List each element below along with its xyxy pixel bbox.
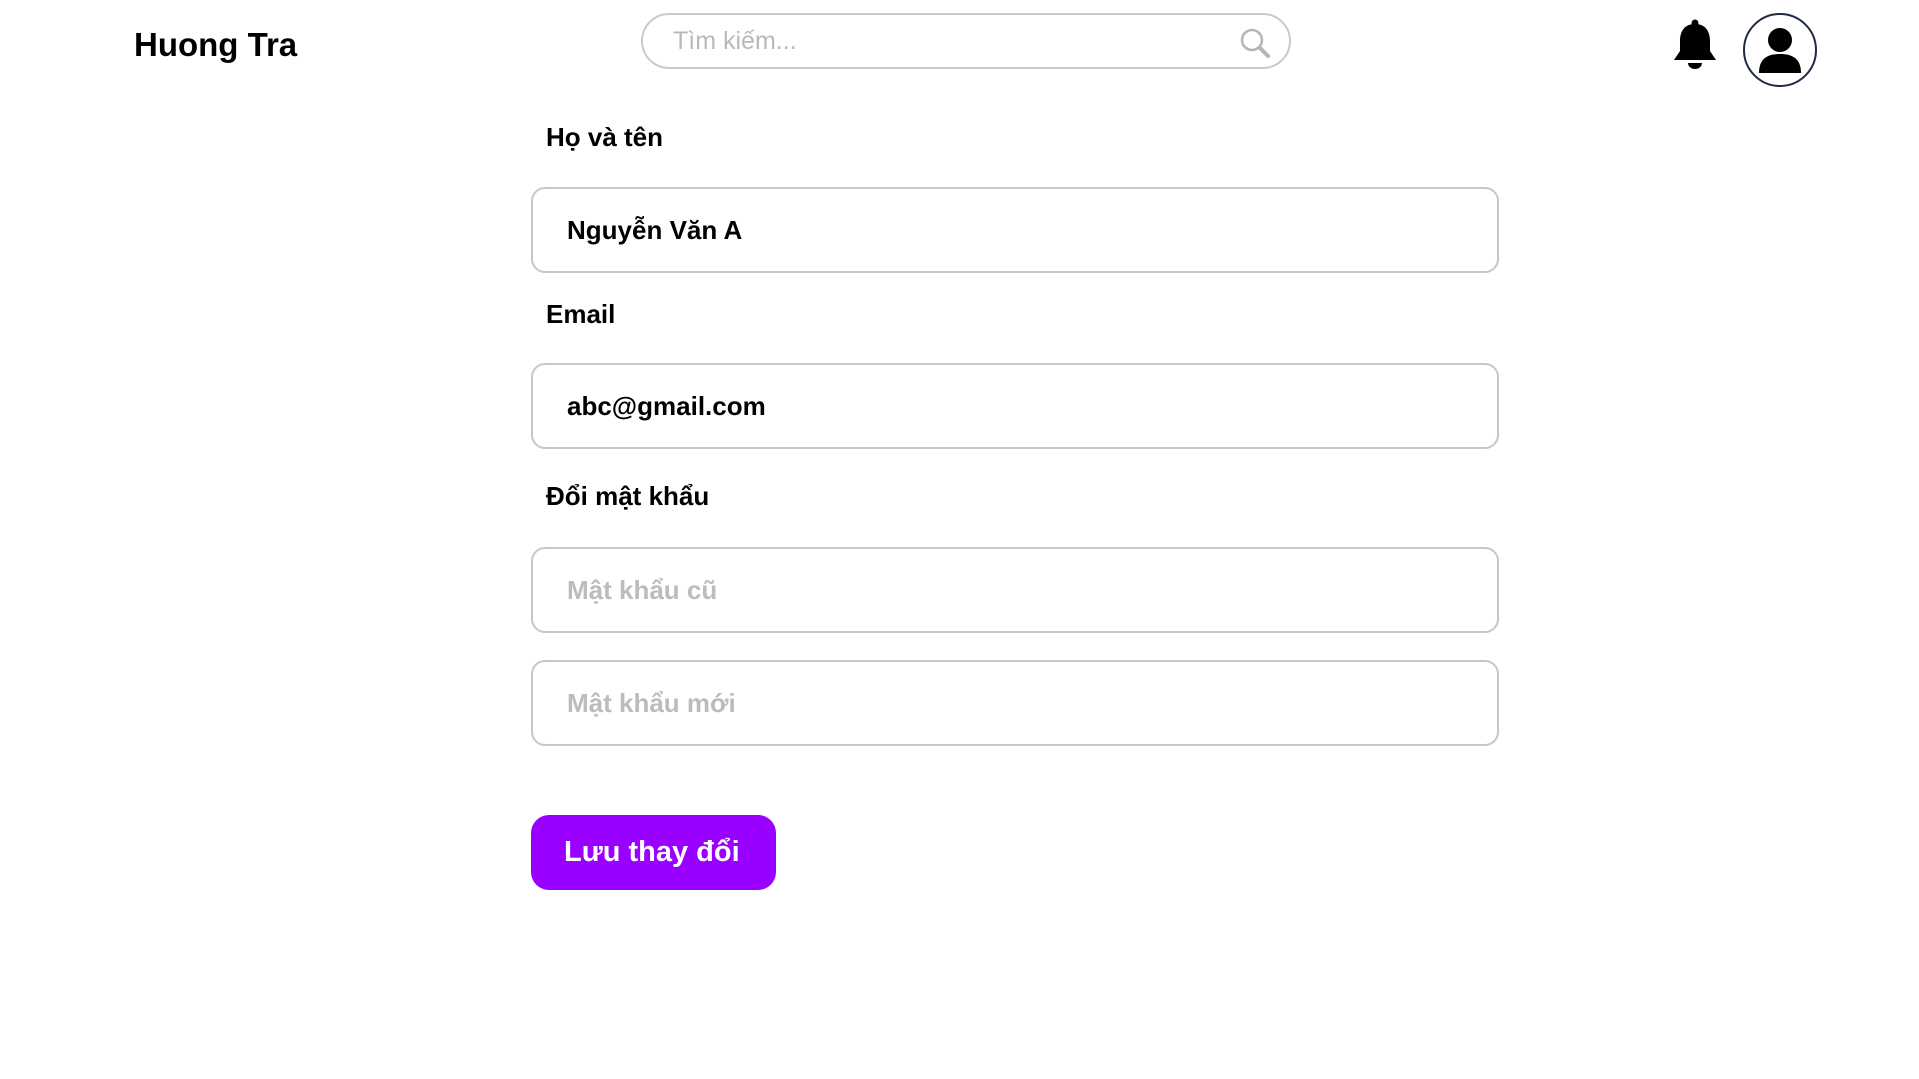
fullname-label: Họ và tên xyxy=(546,122,664,152)
email-field[interactable] xyxy=(531,363,1499,449)
new-password-input[interactable] xyxy=(567,662,1467,744)
search-input[interactable] xyxy=(673,15,1233,67)
user-avatar-icon xyxy=(1759,28,1801,73)
change-password-label: Đổi mật khẩu xyxy=(546,481,710,511)
bell-icon[interactable] xyxy=(1671,18,1719,70)
new-password-field[interactable] xyxy=(531,660,1499,746)
old-password-input[interactable] xyxy=(567,549,1467,631)
search-box[interactable] xyxy=(641,13,1291,69)
email-input[interactable] xyxy=(567,365,1467,447)
profile-settings-page: Huong Tra Họ và tên Email Đổi mật khẩu xyxy=(0,0,1919,1079)
search-icon[interactable] xyxy=(1239,27,1271,59)
old-password-field[interactable] xyxy=(531,547,1499,633)
save-changes-button[interactable]: Lưu thay đổi xyxy=(531,815,776,890)
avatar[interactable] xyxy=(1743,13,1817,87)
brand-logo-text[interactable]: Huong Tra xyxy=(134,22,297,68)
fullname-field[interactable] xyxy=(531,187,1499,273)
email-label: Email xyxy=(546,299,616,329)
fullname-input[interactable] xyxy=(567,189,1467,271)
